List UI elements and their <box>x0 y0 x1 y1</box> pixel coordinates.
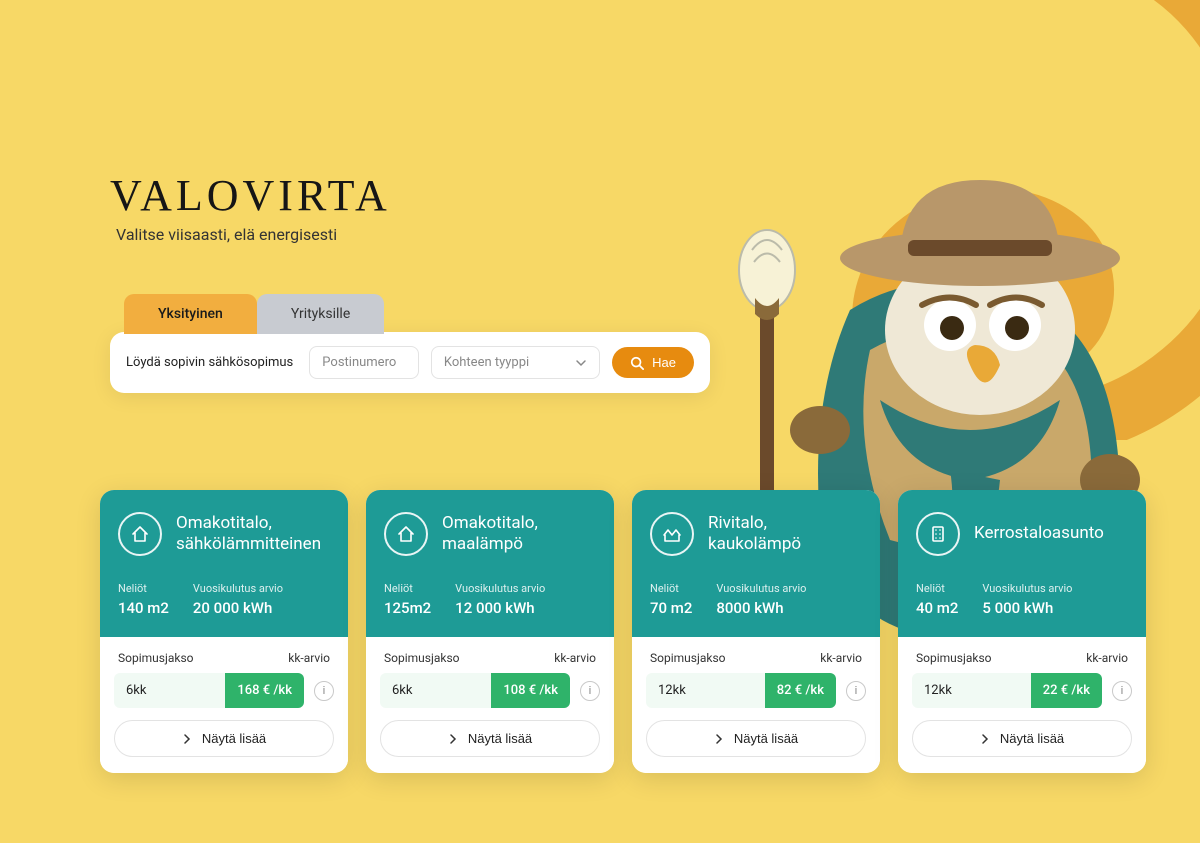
search-label: Löydä sopivin sähkösopimus <box>126 355 297 370</box>
consumption-label: Vuosikulutus arvio <box>193 582 283 595</box>
card-title: Omakotitalo, maalämpö <box>442 513 596 556</box>
search-button[interactable]: Hae <box>612 347 694 378</box>
house-icon <box>384 512 428 556</box>
period-value: 6kk <box>380 673 491 708</box>
chevron-right-icon <box>448 734 458 744</box>
area-value: 40 m2 <box>916 599 958 617</box>
price-value: 108 € /kk <box>491 673 570 708</box>
area-label: Neliöt <box>650 582 692 595</box>
cards-row: Omakotitalo, sähkölämmitteinen Neliöt 14… <box>100 490 1180 773</box>
consumption-value: 20 000 kWh <box>193 599 283 617</box>
consumption-value: 5 000 kWh <box>982 599 1072 617</box>
plan-card: Omakotitalo, maalämpö Neliöt 125m2 Vuosi… <box>366 490 614 773</box>
area-label: Neliöt <box>118 582 169 595</box>
card-title: Kerrostaloasunto <box>974 523 1104 544</box>
search-block: Yksityinen Yrityksille Löydä sopivin säh… <box>110 292 710 393</box>
info-icon[interactable]: i <box>314 681 334 701</box>
tab-private[interactable]: Yksityinen <box>124 294 257 334</box>
period-value: 12kk <box>912 673 1031 708</box>
show-more-label: Näytä lisää <box>468 731 532 746</box>
info-icon[interactable]: i <box>1112 681 1132 701</box>
consumption-label: Vuosikulutus arvio <box>982 582 1072 595</box>
show-more-label: Näytä lisää <box>734 731 798 746</box>
period-value: 6kk <box>114 673 225 708</box>
show-more-button[interactable]: Näytä lisää <box>380 720 600 757</box>
price-value: 22 € /kk <box>1031 673 1102 708</box>
period-label: Sopimusjakso <box>650 651 725 665</box>
monthly-label: kk-arvio <box>820 651 862 665</box>
consumption-label: Vuosikulutus arvio <box>716 582 806 595</box>
show-more-label: Näytä lisää <box>202 731 266 746</box>
tab-business[interactable]: Yrityksille <box>257 294 384 334</box>
type-placeholder: Kohteen tyyppi <box>444 355 529 370</box>
show-more-button[interactable]: Näytä lisää <box>114 720 334 757</box>
period-value: 12kk <box>646 673 765 708</box>
chevron-down-icon <box>575 357 587 369</box>
house-icon <box>118 512 162 556</box>
brand-name: VALOVIRTA <box>110 170 1100 221</box>
consumption-label: Vuosikulutus arvio <box>455 582 545 595</box>
consumption-value: 8000 kWh <box>716 599 806 617</box>
monthly-label: kk-arvio <box>1086 651 1128 665</box>
period-label: Sopimusjakso <box>384 651 459 665</box>
info-icon[interactable]: i <box>846 681 866 701</box>
area-label: Neliöt <box>384 582 431 595</box>
consumption-value: 12 000 kWh <box>455 599 545 617</box>
chevron-right-icon <box>980 734 990 744</box>
area-value: 125m2 <box>384 599 431 617</box>
search-button-label: Hae <box>652 355 676 370</box>
plan-card: Kerrostaloasunto Neliöt 40 m2 Vuosikulut… <box>898 490 1146 773</box>
show-more-button[interactable]: Näytä lisää <box>912 720 1132 757</box>
plan-card: Omakotitalo, sähkölämmitteinen Neliöt 14… <box>100 490 348 773</box>
plan-card: Rivitalo, kaukolämpö Neliöt 70 m2 Vuosik… <box>632 490 880 773</box>
show-more-label: Näytä lisää <box>1000 731 1064 746</box>
price-value: 168 € /kk <box>225 673 304 708</box>
apartment-icon <box>916 512 960 556</box>
monthly-label: kk-arvio <box>554 651 596 665</box>
rowhouse-icon <box>650 512 694 556</box>
area-value: 140 m2 <box>118 599 169 617</box>
search-icon <box>630 356 644 370</box>
monthly-label: kk-arvio <box>288 651 330 665</box>
chevron-right-icon <box>714 734 724 744</box>
search-bar: Löydä sopivin sähkösopimus Postinumero K… <box>110 332 710 393</box>
card-title: Rivitalo, kaukolämpö <box>708 513 862 556</box>
info-icon[interactable]: i <box>580 681 600 701</box>
price-value: 82 € /kk <box>765 673 836 708</box>
brand-tagline: Valitse viisaasti, elä energisesti <box>116 225 1100 244</box>
type-select[interactable]: Kohteen tyyppi <box>431 346 600 379</box>
period-label: Sopimusjakso <box>916 651 991 665</box>
area-value: 70 m2 <box>650 599 692 617</box>
period-label: Sopimusjakso <box>118 651 193 665</box>
area-label: Neliöt <box>916 582 958 595</box>
show-more-button[interactable]: Näytä lisää <box>646 720 866 757</box>
postal-input[interactable]: Postinumero <box>309 346 419 379</box>
postal-placeholder: Postinumero <box>322 355 396 370</box>
chevron-right-icon <box>182 734 192 744</box>
card-title: Omakotitalo, sähkölämmitteinen <box>176 513 330 556</box>
